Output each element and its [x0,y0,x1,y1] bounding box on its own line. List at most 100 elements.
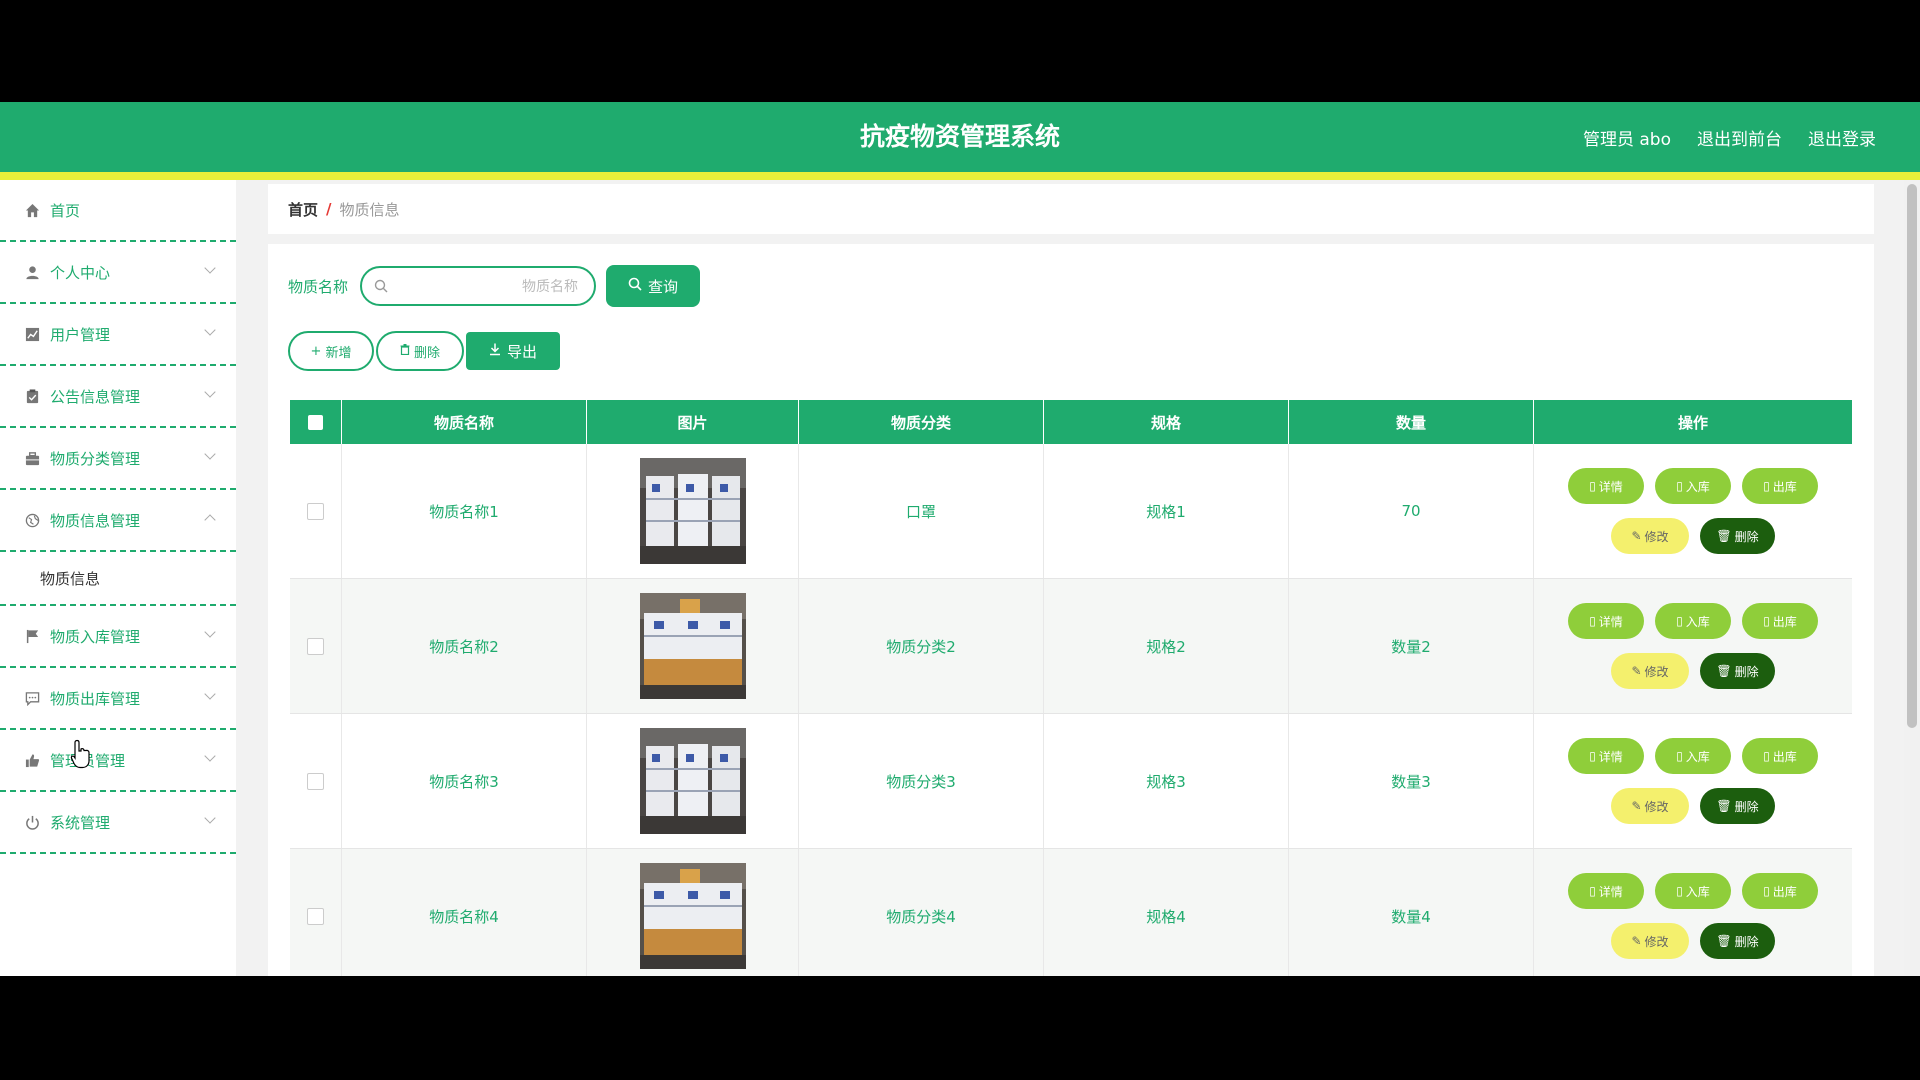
sidebar-item-label: 物质入库管理 [50,627,141,646]
sidebar-item-system-management[interactable]: 系统管理 [0,792,236,854]
logout-link[interactable]: 退出登录 [1808,125,1876,150]
name-cell: 物质名称1 [342,444,587,578]
sidebar-subitem-material-info[interactable]: 物质信息 [0,552,236,606]
sidebar-item-home[interactable]: 首页 [0,180,236,242]
briefcase-icon [24,450,40,466]
add-button[interactable]: + 新增 [288,331,374,371]
edit-button[interactable]: ✎ 修改 [1611,788,1689,824]
operations-line: ▯ 详情 ▯ 入库 ▯ 出库 [1568,468,1818,504]
vertical-scrollbar[interactable] [1904,180,1920,976]
detail-button-label: 详情 [1598,614,1623,629]
material-image[interactable] [639,593,746,699]
delete-button[interactable]: 🗑 删除 [1700,518,1775,554]
home-icon [24,202,40,218]
stock-out-button-label: 出库 [1772,884,1797,899]
sidebar-item-stock-out-management[interactable]: 物质出库管理 [0,668,236,730]
row-checkbox[interactable] [307,772,324,790]
edit-button[interactable]: ✎ 修改 [1611,653,1689,689]
document-icon: ▯ [1589,614,1596,628]
trash-icon: 🗑 [1716,799,1732,813]
edit-button[interactable]: ✎ 修改 [1611,923,1689,959]
detail-button[interactable]: ▯ 详情 [1568,873,1644,909]
select-cell [290,849,342,976]
row-checkbox[interactable] [307,502,324,520]
top-links: 管理员 abo 退出到前台 退出登录 [1583,102,1876,172]
scrollbar-thumb[interactable] [1907,184,1917,728]
sidebar-item-category-management[interactable]: 物质分类管理 [0,428,236,490]
sidebar-item-personal-center[interactable]: 个人中心 [0,242,236,304]
stock-in-button[interactable]: ▯ 入库 [1655,873,1731,909]
chevron-down-icon [204,262,216,274]
query-button[interactable]: 查询 [606,265,701,307]
document-icon: ▯ [1589,749,1596,763]
stock-out-button[interactable]: ▯ 出库 [1742,468,1818,504]
export-button[interactable]: 导出 [466,332,560,370]
row-checkbox[interactable] [307,637,324,655]
stock-in-button-label: 入库 [1685,479,1710,494]
trash-icon: 🗑 [1716,529,1732,543]
search-input[interactable] [396,272,589,302]
material-image[interactable] [639,863,746,969]
sidebar-item-notice-management[interactable]: 公告信息管理 [0,366,236,428]
delete-button[interactable]: 🗑 删除 [1700,653,1775,689]
sidebar-item-user-management[interactable]: 用户管理 [0,304,236,366]
document-icon: ▯ [1676,884,1683,898]
operations-cell: ▯ 详情 ▯ 入库 ▯ 出库 ✎ 修改 🗑 删除 [1534,579,1852,713]
stock-in-button[interactable]: ▯ 入库 [1655,603,1731,639]
search-label: 物质名称 [288,277,349,296]
row-checkbox[interactable] [307,907,324,925]
detail-button[interactable]: ▯ 详情 [1568,738,1644,774]
trash-icon: 🗑 [1716,664,1732,678]
edit-icon: ✎ [1631,664,1642,678]
sidebar-item-label: 首页 [50,201,81,220]
search-icon [374,278,388,293]
delete-button-label: 删除 [1734,664,1759,679]
stock-out-button[interactable]: ▯ 出库 [1742,873,1818,909]
batch-delete-button[interactable]: 删除 [376,331,464,371]
admin-user-label[interactable]: 管理员 abo [1583,125,1671,150]
material-image[interactable] [639,728,746,834]
delete-button-label: 删除 [1734,934,1759,949]
stock-in-button[interactable]: ▯ 入库 [1655,468,1731,504]
operations-group: ▯ 详情 ▯ 入库 ▯ 出库 ✎ 修改 🗑 删除 [1568,468,1818,554]
column-header: 数量 [1289,400,1534,444]
document-icon: ▯ [1763,479,1770,493]
stock-out-button-label: 出库 [1772,614,1797,629]
sidebar-item-label: 物质信息管理 [50,511,141,530]
document-icon: ▯ [1676,749,1683,763]
sidebar-item-admin-management[interactable]: 管理员管理 [0,730,236,792]
download-icon [489,342,501,360]
front-site-link[interactable]: 退出到前台 [1697,125,1782,150]
detail-button[interactable]: ▯ 详情 [1568,468,1644,504]
document-icon: ▯ [1763,884,1770,898]
operations-line: ✎ 修改 🗑 删除 [1611,518,1775,554]
select-all-checkbox[interactable] [308,414,323,430]
operations-line: ▯ 详情 ▯ 入库 ▯ 出库 [1568,603,1818,639]
spec-cell: 规格4 [1044,849,1289,976]
delete-button[interactable]: 🗑 删除 [1700,923,1775,959]
name-cell: 物质名称4 [342,849,587,976]
sidebar-item-stock-in-management[interactable]: 物质入库管理 [0,606,236,668]
delete-button[interactable]: 🗑 删除 [1700,788,1775,824]
detail-button-label: 详情 [1598,884,1623,899]
stock-out-button[interactable]: ▯ 出库 [1742,738,1818,774]
sidebar-item-label: 物质分类管理 [50,449,141,468]
material-image[interactable] [639,458,746,564]
breadcrumb: 首页 / 物质信息 [268,184,1874,234]
breadcrumb-home[interactable]: 首页 [288,199,318,220]
edit-button[interactable]: ✎ 修改 [1611,518,1689,554]
stock-out-button[interactable]: ▯ 出库 [1742,603,1818,639]
stock-in-button-label: 入库 [1685,614,1710,629]
search-input-wrapper [360,266,597,306]
header-select-cell [290,400,342,444]
stock-in-button[interactable]: ▯ 入库 [1655,738,1731,774]
select-cell [290,579,342,713]
breadcrumb-separator: / [326,200,332,218]
sidebar-item-material-info-management[interactable]: 物质信息管理 [0,490,236,552]
document-icon: ▯ [1676,614,1683,628]
operations-cell: ▯ 详情 ▯ 入库 ▯ 出库 ✎ 修改 🗑 删除 [1534,714,1852,848]
image-cell [587,849,799,976]
detail-button[interactable]: ▯ 详情 [1568,603,1644,639]
sidebar: 首页 个人中心 用户管理 公告信息管理 物质分类管理 物质信息管理 物质信息 物… [0,180,236,976]
operations-line: ✎ 修改 🗑 删除 [1611,653,1775,689]
